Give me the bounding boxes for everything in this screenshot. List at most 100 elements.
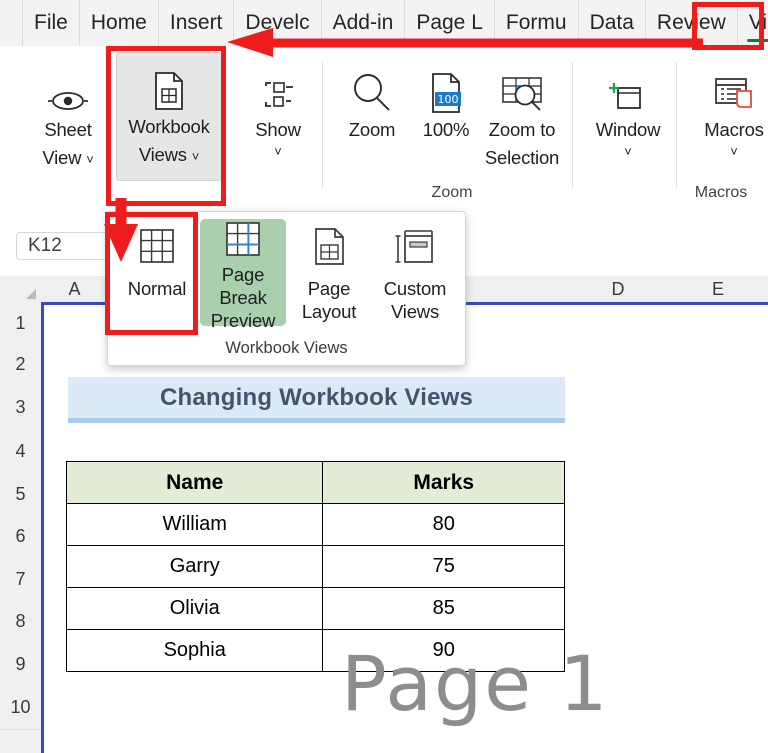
row-header-7[interactable]: 7 [0,558,42,601]
tab-review-label: Review [656,11,726,34]
chevron-down-icon[interactable]: ˅ [730,145,738,158]
custom-views-item[interactable]: Custom Views [372,219,458,326]
show-options-icon [259,56,297,114]
sheet-view-label-line2: View [42,147,82,168]
sheet-view-label-line1: Sheet [44,119,92,140]
tab-data[interactable]: Data [579,0,646,46]
cell-marks[interactable]: 75 [322,545,565,588]
workbook-views-group-title: Workbook Views [225,339,348,357]
ribbon-tab-strip: File Home Insert Develc Add-in Page L Fo… [0,0,768,47]
table-row[interactable]: Garry 75 [65,545,565,588]
tab-add-ins[interactable]: Add-in [322,0,406,46]
row-header-8[interactable]: 8 [0,600,42,644]
show-button[interactable]: Show ˅ [234,56,322,174]
chevron-down-icon[interactable]: ˅ [274,145,282,158]
workbook-page-icon [152,53,186,111]
tab-formulas[interactable]: Formu [495,0,579,46]
row-header-2[interactable]: 2 [0,343,42,387]
macros-label: Macros [704,119,764,140]
normal-view-label-line1: Normal [127,278,187,299]
sheet-title-underline [68,418,565,423]
tab-data-label: Data [589,11,634,34]
table-row[interactable]: Olivia 85 [65,587,565,630]
row-header-column: 1 2 3 4 5 6 7 8 9 10 [0,303,42,753]
zoom-to-selection-label-line2: Selection [484,147,560,168]
chevron-down-icon[interactable]: ˅ [624,145,632,158]
workbook-views-label-line1: Workbook [128,116,210,137]
page-break-watermark: Page 1 [341,639,610,728]
table-row[interactable]: William 80 [65,503,565,546]
tab-file[interactable]: File [22,0,80,46]
tab-developer-label: Develc [245,11,310,34]
row-header-4[interactable]: 4 [0,429,42,474]
custom-views-label-line2: Views [390,301,439,322]
magnifier-icon [351,56,393,114]
zoom-100-icon: 100 [429,56,463,114]
svg-text:100: 100 [438,93,459,106]
group-divider [676,62,677,188]
table-header-row: Name Marks [65,461,565,504]
tab-home[interactable]: Home [80,0,159,46]
tab-developer[interactable]: Develc [234,0,322,46]
zoom-to-selection-button[interactable]: Zoom to Selection [470,56,574,174]
sheet-title-text: Changing Workbook Views [159,383,474,411]
window-button[interactable]: Window ˅ [576,56,680,174]
page-break-preview-label-line1: Page Break [219,264,267,308]
row-header-3[interactable]: 3 [0,386,42,430]
tab-review[interactable]: Review [646,0,738,46]
zoom-to-selection-label-line1: Zoom to [488,119,556,140]
row-header-6[interactable]: 6 [0,515,42,559]
row-header-1[interactable]: 1 [0,303,42,344]
chevron-down-icon[interactable]: ˅ [86,152,94,167]
page-break-border-left [41,303,44,753]
row-header-9[interactable]: 9 [0,643,42,687]
active-tab-indicator [746,39,768,42]
macros-button[interactable]: Macros ˅ [682,56,768,174]
ribbon-card: Sheet View ˅ Workbook Views ˅ Show ˅ Zoo… [6,48,764,208]
cell-name[interactable]: Garry [65,545,324,588]
workbook-views-dropdown[interactable]: Normal Page Break Preview Page Layout Cu… [107,211,466,366]
zoom-100-label: 100% [422,119,470,140]
normal-view-item[interactable]: Normal [114,219,200,326]
cell-name[interactable]: William [65,503,324,546]
page-layout-label-line1: Page [307,278,351,299]
show-label-line1: Show [255,119,301,140]
worksheet-grid[interactable]: Changing Workbook Views Name Marks Willi… [41,303,768,753]
name-box[interactable]: K12 [16,232,109,260]
column-header-marks: Marks [322,461,565,504]
tab-home-label: Home [90,11,147,34]
row-header-10[interactable]: 10 [0,686,42,730]
sheet-title-banner: Changing Workbook Views [68,377,565,418]
macros-icon [712,56,756,114]
row-header-5[interactable]: 5 [0,473,42,516]
tab-file-label: File [34,11,68,34]
tab-add-ins-label: Add-in [332,11,394,34]
macros-group-title: Macros [694,184,748,201]
page-break-preview-label-line2: Preview [210,310,276,331]
sheet-view-button[interactable]: Sheet View ˅ [24,56,112,174]
column-header-e[interactable]: E [668,276,768,303]
tab-formulas-label: Formu [505,11,567,34]
select-all-corner[interactable] [0,276,42,303]
column-header-a[interactable]: A [41,276,109,303]
page-break-view-icon [220,219,266,263]
tab-page-layout[interactable]: Page L [405,0,495,46]
chevron-down-icon[interactable]: ˅ [192,149,200,164]
page-layout-item[interactable]: Page Layout [286,219,372,326]
tab-view[interactable]: View [737,0,768,46]
tab-insert[interactable]: Insert [159,0,235,46]
window-label: Window [595,119,661,140]
cell-name[interactable]: Sophia [65,629,324,672]
new-window-icon [608,56,648,114]
zoom-label: Zoom [348,119,396,140]
column-header-d[interactable]: D [568,276,669,303]
cell-marks[interactable]: 85 [322,587,565,630]
page-layout-label-line2: Layout [301,301,357,322]
workbook-views-button[interactable]: Workbook Views ˅ [116,52,222,181]
cell-marks[interactable]: 80 [322,503,565,546]
cell-name[interactable]: Olivia [65,587,324,630]
custom-views-icon [392,219,438,277]
group-divider [322,62,323,188]
page-break-preview-item[interactable]: Page Break Preview [200,219,286,331]
custom-views-label-line1: Custom [383,278,447,299]
